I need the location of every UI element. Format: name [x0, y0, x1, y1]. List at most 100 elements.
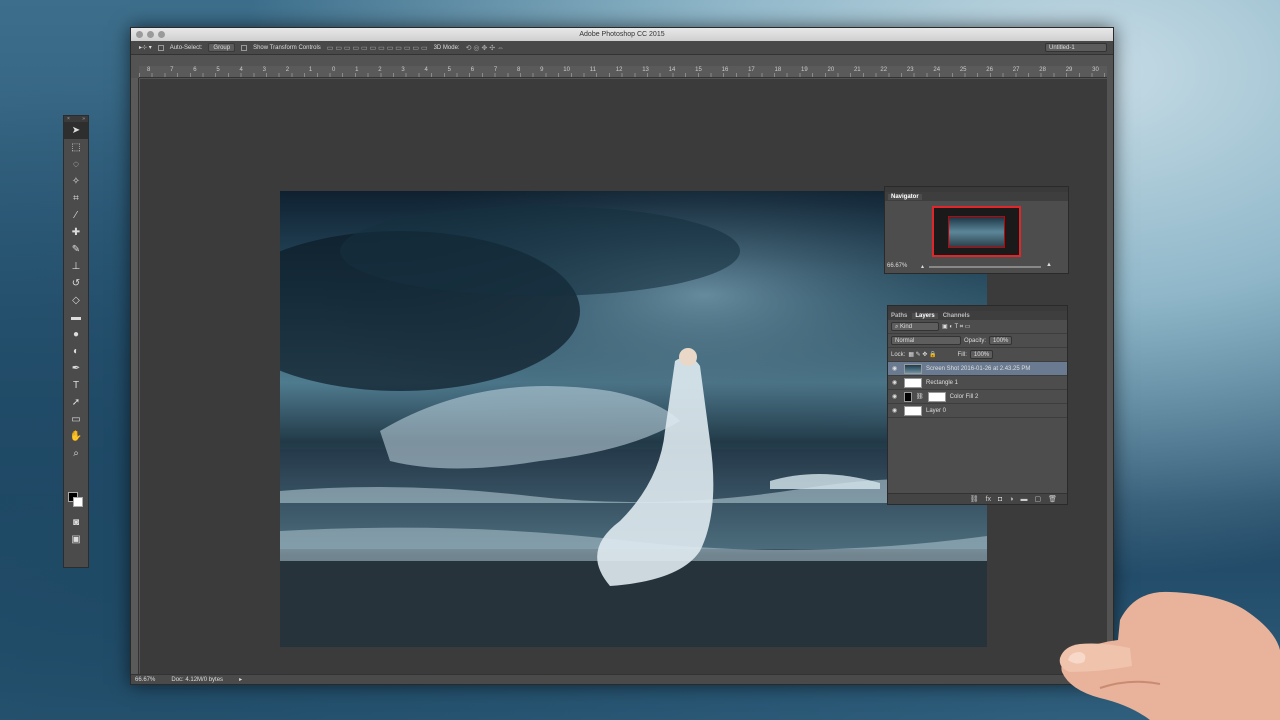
lasso-tool[interactable]: ◌: [64, 156, 88, 173]
eraser-tool[interactable]: ◇: [64, 292, 88, 309]
layer-row[interactable]: ◉ Rectangle 1: [888, 376, 1067, 390]
healing-brush-tool[interactable]: ✚: [64, 224, 88, 241]
ruler-tick-label: 2: [285, 67, 290, 73]
marquee-tool[interactable]: ⬚: [64, 139, 88, 156]
layer-row[interactable]: ◉ Screen Shot 2016-01-26 at 2.43.25 PM: [888, 362, 1067, 376]
new-layer-icon[interactable]: ▢: [1034, 495, 1041, 503]
navigator-preview[interactable]: [932, 206, 1021, 257]
ruler-tick-label: 21: [853, 67, 861, 73]
auto-select-checkbox[interactable]: [157, 44, 164, 51]
transform-controls-checkbox[interactable]: [241, 44, 248, 51]
brush-tool[interactable]: ✎: [64, 241, 88, 258]
collapse-icon[interactable]: »: [82, 116, 85, 122]
quick-mask-icon[interactable]: ◙: [64, 514, 88, 531]
crop-tool[interactable]: ⌗: [64, 190, 88, 207]
magic-wand-tool[interactable]: ✧: [64, 173, 88, 190]
trash-icon[interactable]: 🗑: [1048, 495, 1057, 503]
ruler-tick-label: 13: [642, 67, 649, 73]
align-icons[interactable]: ▭ ▭ ▭ ▭ ▭ ▭ ▭ ▭ ▭ ▭ ▭ ▭: [327, 44, 428, 52]
ruler-tick-label: 6: [470, 67, 475, 73]
ruler-horizontal: 8 7 6 5 4 3 2 1 0 1 2 3 4 5 6 7 8 9 10 11 12 13 14 15 16 17 18 19 20…: [139, 66, 1107, 78]
fill-label: Fill:: [957, 351, 967, 358]
blur-tool[interactable]: ●: [64, 326, 88, 343]
zoom-tool[interactable]: ⌕: [64, 445, 88, 462]
hand-photo: [1059, 591, 1280, 720]
pen-tool[interactable]: ✒: [64, 360, 88, 377]
opacity-label: Opacity:: [964, 337, 987, 344]
ruler-tick-label: 4: [424, 67, 428, 73]
dodge-tool[interactable]: ◐: [64, 343, 88, 360]
ruler-tick-label: 5: [216, 67, 220, 73]
clone-stamp-tool[interactable]: ⊥: [64, 258, 88, 275]
layer-row[interactable]: ◉ Layer 0: [888, 404, 1067, 418]
history-brush-tool[interactable]: ↺: [64, 275, 88, 292]
fx-icon[interactable]: fx: [986, 496, 991, 503]
ruler-tick-label: 20: [827, 67, 835, 73]
ruler-tick-label: 12: [615, 67, 623, 73]
adjustment-layer-icon[interactable]: ◑: [1009, 496, 1013, 503]
layer-name: Screen Shot 2016-01-26 at 2.43.25 PM: [926, 365, 1031, 372]
path-selection-tool[interactable]: ➚: [64, 394, 88, 411]
document-image[interactable]: [280, 191, 987, 647]
tools-panel: × » ➤ ⬚ ◌ ✧ ⌗ ⁄ ✚ ✎ ⊥ ↺ ◇ ▬ ● ◐ ✒ T ➚ ▭ …: [63, 115, 89, 568]
tab-paths[interactable]: Paths: [891, 313, 907, 319]
navigator-zoom-value[interactable]: 66.67%: [887, 263, 907, 269]
layer-row[interactable]: ◉ ⛓ Color Fill 2: [888, 390, 1067, 404]
lock-icons[interactable]: ▦ ✎ ✥ 🔒: [908, 351, 936, 358]
ruler-tick-label: 24: [933, 67, 941, 73]
auto-select-dropdown[interactable]: Group: [208, 43, 236, 52]
ruler-tick-label: 15: [695, 67, 702, 73]
navigator-zoom-slider[interactable]: [929, 266, 1041, 268]
visibility-eye-icon[interactable]: ◉: [892, 379, 900, 386]
fill-input[interactable]: 100%: [969, 350, 994, 359]
3d-mode-icons[interactable]: ⟲ ◎ ✥ ✣ ⇔: [466, 44, 504, 52]
document-select[interactable]: Untitled-1: [1045, 43, 1107, 52]
tab-layers[interactable]: Layers: [912, 312, 938, 319]
ruler-tick-label: 2: [378, 67, 382, 73]
blend-mode-dropdown[interactable]: Normal: [891, 336, 961, 345]
opacity-input[interactable]: 100%: [989, 336, 1013, 345]
lock-label: Lock:: [891, 351, 906, 358]
ruler-tick-label: 23: [906, 67, 914, 73]
add-mask-icon[interactable]: ◘: [998, 496, 1002, 503]
ruler-tick-label: 5: [447, 67, 451, 73]
maximize-window-button[interactable]: [158, 31, 165, 38]
ruler-tick-label: 3: [262, 67, 266, 73]
blend-mode-row: Normal Opacity: 100%: [888, 334, 1067, 348]
ruler-tick-label: 11: [589, 67, 596, 73]
ruler-tick-label: 30: [1092, 67, 1099, 73]
navigator-panel: Navigator 66.67% ▴ ▲: [884, 186, 1069, 274]
gradient-tool[interactable]: ▬: [64, 309, 88, 326]
transform-controls-label: Show Transform Controls: [253, 44, 321, 51]
zoom-out-icon[interactable]: ▴: [921, 263, 924, 270]
status-menu-arrow-icon[interactable]: ▸: [239, 676, 242, 683]
ruler-vertical: [131, 78, 139, 674]
background-color-swatch[interactable]: [73, 497, 83, 507]
zoom-in-icon[interactable]: ▲: [1046, 262, 1052, 268]
tab-channels[interactable]: Channels: [943, 313, 970, 319]
status-zoom[interactable]: 66.67%: [135, 677, 155, 683]
hand-tool[interactable]: ✋: [64, 428, 88, 445]
visibility-eye-icon[interactable]: ◉: [892, 407, 900, 414]
minimize-window-button[interactable]: [147, 31, 154, 38]
screen-mode-icon[interactable]: ▣: [64, 531, 88, 548]
move-tool-preset-icon[interactable]: ▸⊹ ▾: [139, 44, 152, 51]
ruler-tick-label: 10: [563, 67, 570, 73]
filter-kind-dropdown[interactable]: ⌕ Kind: [891, 322, 939, 331]
type-tool[interactable]: T: [64, 377, 88, 394]
link-layers-icon[interactable]: ⛓: [970, 495, 979, 503]
color-fill-swatch: [904, 391, 912, 402]
visibility-eye-icon[interactable]: ◉: [892, 365, 900, 372]
ruler-tick-label: 17: [748, 67, 755, 73]
ruler-tick-label: 14: [668, 67, 676, 73]
new-group-icon[interactable]: ▬: [1020, 496, 1027, 503]
eyedropper-tool[interactable]: ⁄: [64, 207, 88, 224]
rectangle-tool[interactable]: ▭: [64, 411, 88, 428]
close-icon[interactable]: ×: [67, 116, 70, 122]
close-window-button[interactable]: [136, 31, 143, 38]
visibility-eye-icon[interactable]: ◉: [892, 393, 900, 400]
ruler-tick-label: 25: [959, 67, 967, 73]
filter-icons[interactable]: ▣ ◐ T ⌗ ▭: [942, 323, 970, 331]
tab-navigator[interactable]: Navigator: [888, 193, 922, 200]
move-tool[interactable]: ➤: [64, 122, 88, 139]
